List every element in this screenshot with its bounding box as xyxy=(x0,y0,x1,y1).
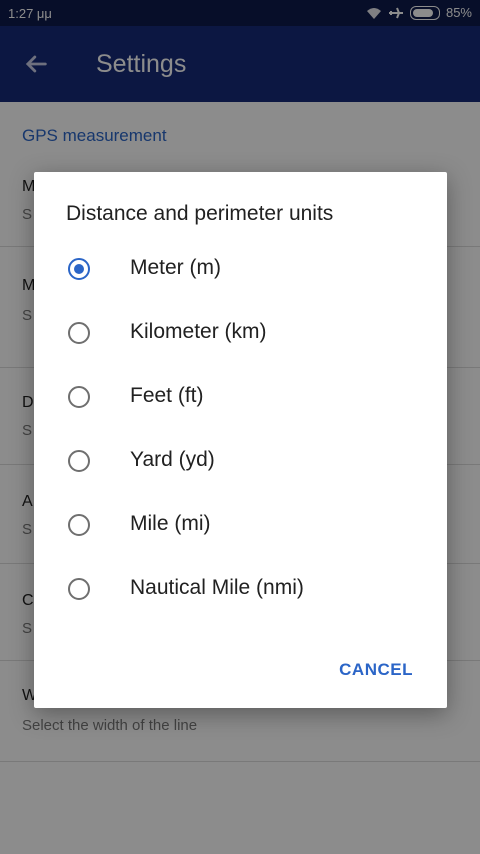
radio-selected-icon[interactable] xyxy=(68,258,90,280)
option-label: Nautical Mile (nmi) xyxy=(130,576,304,599)
option-yard[interactable]: Yard (yd) xyxy=(34,432,447,496)
option-mile[interactable]: Mile (mi) xyxy=(34,496,447,560)
cancel-button[interactable]: CANCEL xyxy=(339,660,413,680)
dialog-title: Distance and perimeter units xyxy=(66,202,334,225)
units-dialog: Distance and perimeter units Meter (m) K… xyxy=(34,172,447,708)
option-label: Meter (m) xyxy=(130,256,221,279)
option-feet[interactable]: Feet (ft) xyxy=(34,368,447,432)
radio-unselected-icon[interactable] xyxy=(68,450,90,472)
radio-unselected-icon[interactable] xyxy=(68,322,90,344)
radio-unselected-icon[interactable] xyxy=(68,386,90,408)
option-label: Mile (mi) xyxy=(130,512,211,535)
radio-unselected-icon[interactable] xyxy=(68,578,90,600)
option-kilometer[interactable]: Kilometer (km) xyxy=(34,304,447,368)
option-label: Kilometer (km) xyxy=(130,320,267,343)
option-label: Feet (ft) xyxy=(130,384,204,407)
radio-unselected-icon[interactable] xyxy=(68,514,90,536)
option-label: Yard (yd) xyxy=(130,448,215,471)
option-meter[interactable]: Meter (m) xyxy=(34,240,447,304)
option-nautical-mile[interactable]: Nautical Mile (nmi) xyxy=(34,560,447,624)
